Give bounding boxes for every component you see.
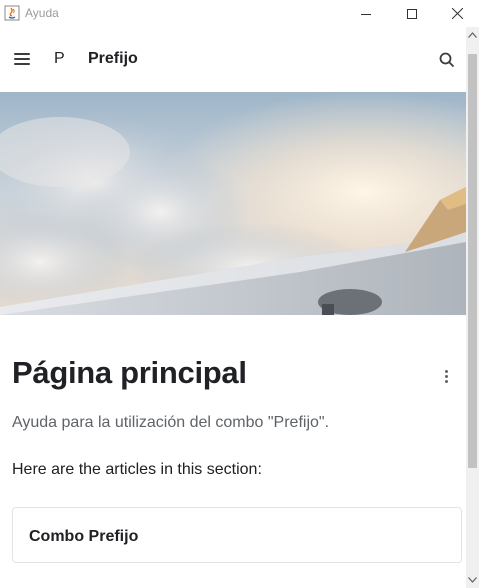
search-icon[interactable] [438,51,456,69]
site-title[interactable]: Prefijo [88,50,138,68]
page-title: Página principal [12,355,247,390]
window-titlebar: Ayuda [0,0,479,27]
window-title: Ayuda [25,6,59,20]
close-icon [451,8,463,19]
article-link[interactable]: Combo Prefijo [29,528,138,546]
hamburger-menu-icon[interactable] [12,50,32,68]
close-button[interactable] [434,0,479,27]
scroll-down-button[interactable] [466,572,479,588]
minimize-button[interactable] [343,0,389,27]
maximize-icon [407,8,417,19]
page-description: Ayuda para la utilización del combo "Pre… [12,414,330,431]
hero-image [0,92,466,315]
app-header: P Prefijo [0,27,466,92]
more-vertical-icon[interactable] [436,366,456,386]
site-logo[interactable]: P [54,50,65,68]
articles-intro: Here are the articles in this section: [12,461,262,478]
java-app-icon [4,5,20,21]
scroll-up-button[interactable] [466,27,479,43]
maximize-button[interactable] [389,0,435,27]
vertical-scrollbar[interactable] [466,27,479,588]
chevron-down-icon [468,577,477,583]
chevron-up-icon [468,32,477,38]
scrollbar-thumb[interactable] [468,54,477,468]
help-content-area: P Prefijo Página principal Ayuda para la… [0,27,466,588]
minimize-icon [361,13,371,15]
article-card[interactable]: Combo Prefijo [12,507,462,563]
